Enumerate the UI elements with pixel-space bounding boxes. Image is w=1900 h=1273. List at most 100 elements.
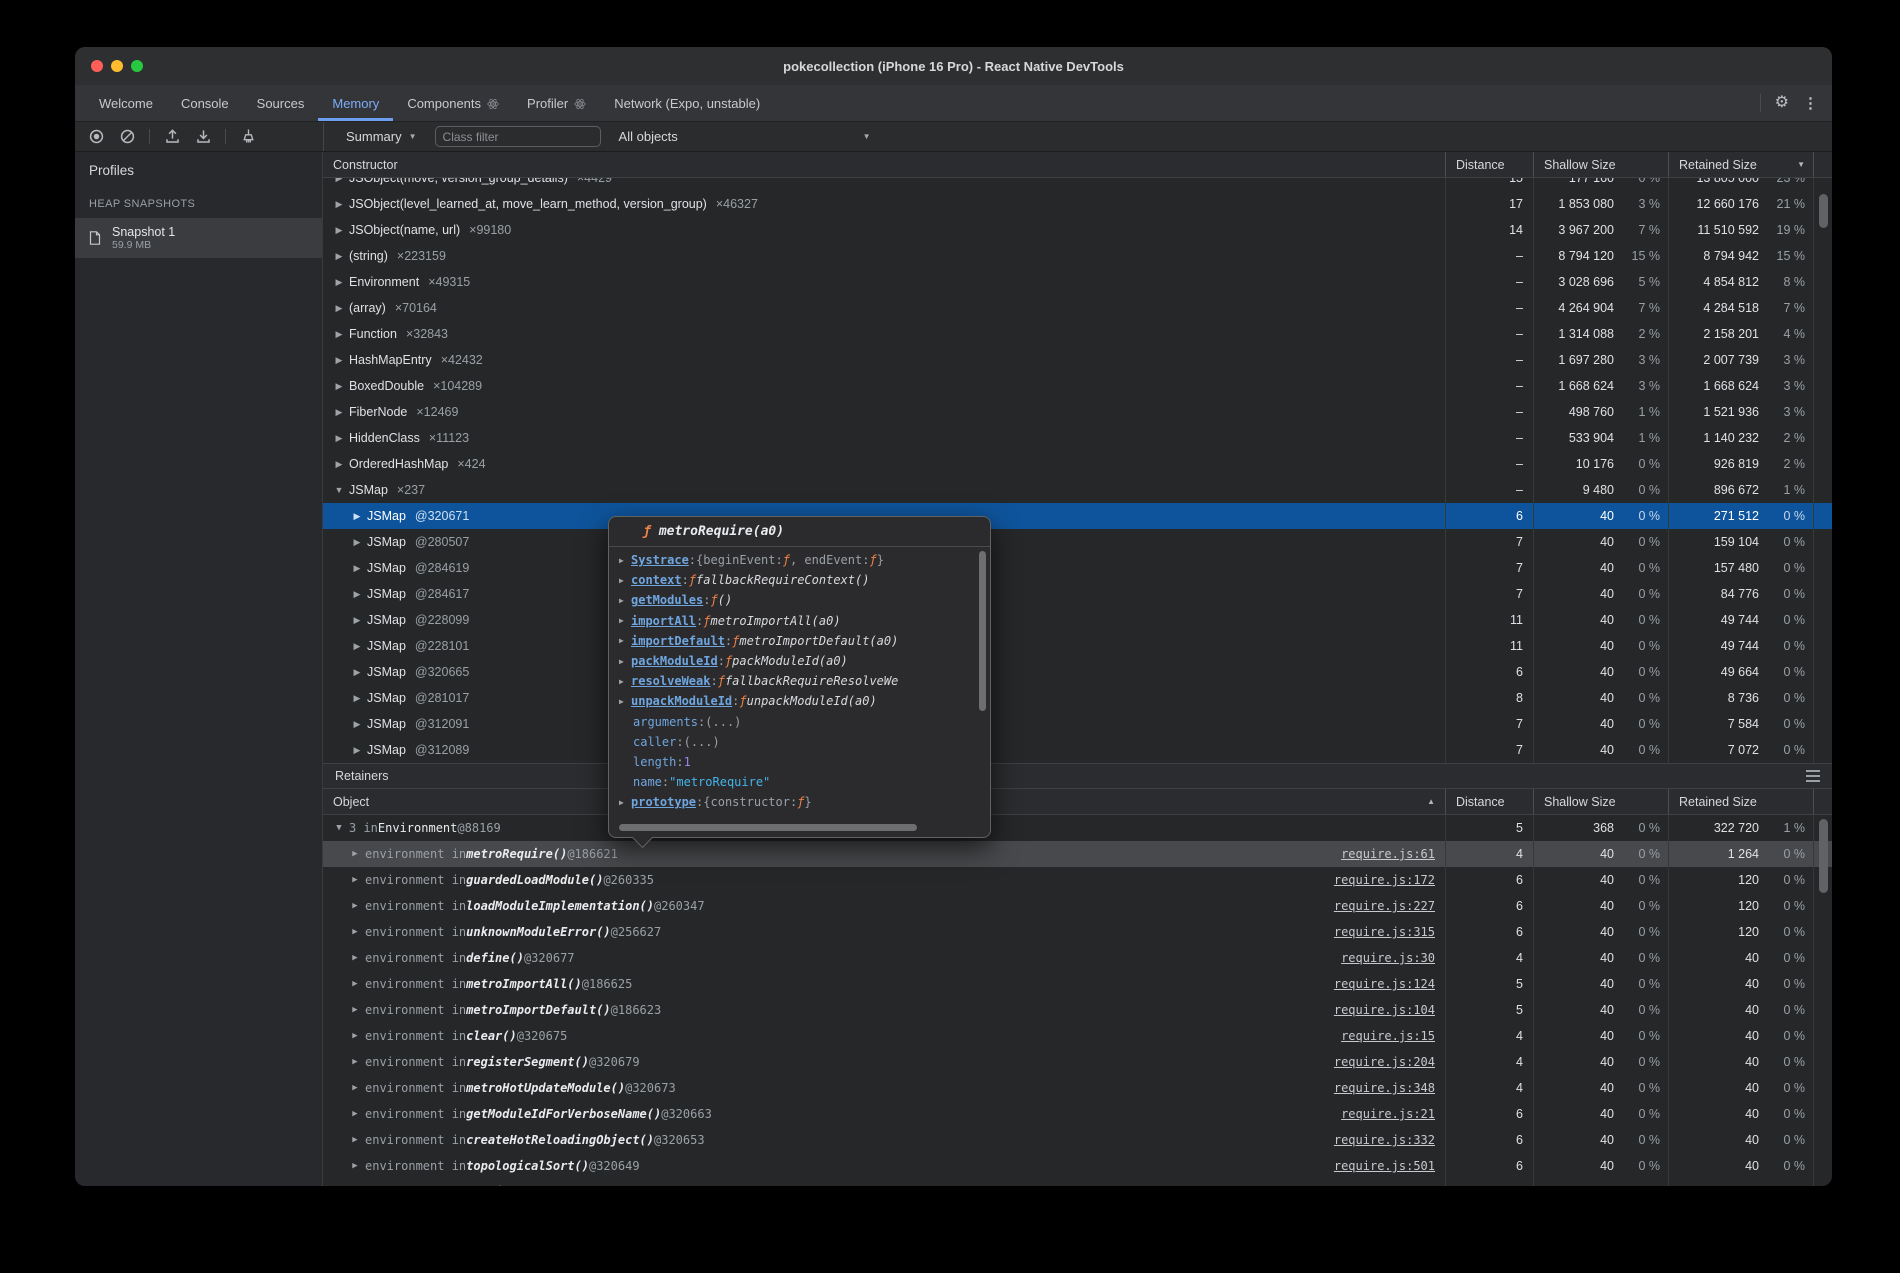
tab-profiler[interactable]: Profiler xyxy=(513,85,600,121)
expand-closed-icon[interactable]: ▶ xyxy=(351,615,363,626)
clear-profiles-icon[interactable] xyxy=(118,128,136,146)
expand-closed-icon[interactable]: ▶ xyxy=(351,745,363,756)
heap-row[interactable]: ▶JSMap@2846177400 %84 7760 % xyxy=(323,581,1832,607)
expand-closed-icon[interactable]: ▶ xyxy=(619,657,631,666)
source-link[interactable]: require.js:332 xyxy=(1334,1133,1445,1147)
minimize-window-button[interactable] xyxy=(111,60,123,72)
expand-closed-icon[interactable]: ▶ xyxy=(349,1005,361,1015)
heap-row[interactable]: ▶OrderedHashMap×424–10 1760 %926 8192 % xyxy=(323,451,1832,477)
heap-row[interactable]: ▶(string)×223159–8 794 12015 %8 794 9421… xyxy=(323,243,1832,269)
popup-property-row[interactable]: ▶Systrace: {beginEvent: ƒ, endEvent: ƒ} xyxy=(609,550,990,570)
expand-closed-icon[interactable]: ▶ xyxy=(619,616,631,625)
expand-closed-icon[interactable]: ▶ xyxy=(351,667,363,678)
popup-property-row[interactable]: ▶getModules: ƒ () xyxy=(609,590,990,610)
expand-closed-icon[interactable]: ▶ xyxy=(333,178,345,184)
column-header-distance[interactable]: Distance xyxy=(1445,789,1533,814)
expand-closed-icon[interactable]: ▶ xyxy=(349,1031,361,1041)
class-filter-input[interactable] xyxy=(435,126,601,147)
retainer-row[interactable]: ▶environment in metroImportDefault() @18… xyxy=(323,997,1832,1023)
popup-horizontal-scrollbar[interactable] xyxy=(619,824,917,831)
expand-closed-icon[interactable]: ▶ xyxy=(349,875,361,885)
expand-closed-icon[interactable]: ▶ xyxy=(351,719,363,730)
expand-closed-icon[interactable]: ▶ xyxy=(349,927,361,937)
column-header-distance[interactable]: Distance xyxy=(1445,152,1533,177)
retainer-row[interactable]: ▶environment in requireUpdatedModule() @… xyxy=(323,1179,1832,1186)
expand-closed-icon[interactable]: ▶ xyxy=(333,277,345,288)
heap-row[interactable]: ▼JSMap×237–9 4800 %896 6721 % xyxy=(323,477,1832,503)
heap-row[interactable]: ▶JSMap@3206716400 %271 5120 % xyxy=(323,503,1832,529)
retainer-row[interactable]: ▶environment in registerSegment() @32067… xyxy=(323,1049,1832,1075)
popup-property-row[interactable]: ▶importAll: ƒ metroImportAll(a0) xyxy=(609,611,990,631)
expand-closed-icon[interactable]: ▶ xyxy=(619,556,631,565)
source-link[interactable]: require.js:21 xyxy=(1341,1107,1445,1121)
source-link[interactable]: require.js:30 xyxy=(1341,951,1445,965)
zoom-window-button[interactable] xyxy=(131,60,143,72)
expand-closed-icon[interactable]: ▶ xyxy=(333,407,345,418)
heap-row[interactable]: ▶JSMap@22809911400 %49 7440 % xyxy=(323,607,1832,633)
source-link[interactable]: require.js:172 xyxy=(1334,873,1445,887)
tab-console[interactable]: Console xyxy=(167,85,243,121)
source-link[interactable]: require.js:227 xyxy=(1334,899,1445,913)
popup-property-row[interactable]: ▶unpackModuleId: ƒ unpackModuleId(a0) xyxy=(609,691,990,711)
source-link[interactable]: require.js:315 xyxy=(1334,925,1445,939)
record-heap-icon[interactable] xyxy=(87,128,105,146)
expand-open-icon[interactable]: ▼ xyxy=(333,823,345,833)
retainer-row[interactable]: ▶environment in unknownModuleError() @25… xyxy=(323,919,1832,945)
source-link[interactable]: require.js:104 xyxy=(1334,1003,1445,1017)
heap-row[interactable]: ▶Function×32843–1 314 0882 %2 158 2014 % xyxy=(323,321,1832,347)
retainer-row[interactable]: ▶environment in metroImportAll() @186625… xyxy=(323,971,1832,997)
expand-closed-icon[interactable]: ▶ xyxy=(351,589,363,600)
retainer-row[interactable]: ▼3 in Environment @8816953680 %322 7201 … xyxy=(323,815,1832,841)
heap-row[interactable]: ▶JSMap@3120897400 %7 0720 % xyxy=(323,737,1832,763)
source-link[interactable]: require.js:501 xyxy=(1334,1159,1445,1173)
column-header-retained-size[interactable]: Retained Size xyxy=(1668,789,1813,814)
heap-row[interactable]: ▶JSMap@2810178400 %8 7360 % xyxy=(323,685,1832,711)
heap-row[interactable]: ▶JSObject(level_learned_at, move_learn_m… xyxy=(323,191,1832,217)
retainer-row[interactable]: ▶environment in createHotReloadingObject… xyxy=(323,1127,1832,1153)
retainer-row[interactable]: ▶environment in clear() @320675require.j… xyxy=(323,1023,1832,1049)
retainer-row[interactable]: ▶environment in guardedLoadModule() @260… xyxy=(323,867,1832,893)
expand-closed-icon[interactable]: ▶ xyxy=(333,251,345,262)
retainer-row[interactable]: ▶environment in topologicalSort() @32064… xyxy=(323,1153,1832,1179)
source-link[interactable]: require.js:15 xyxy=(1341,1029,1445,1043)
popup-property-row[interactable]: name: "metroRequire" xyxy=(609,772,990,792)
retainer-row[interactable]: ▶environment in metroRequire() @186621re… xyxy=(323,841,1832,867)
expand-closed-icon[interactable]: ▶ xyxy=(351,641,363,652)
column-header-shallow-size[interactable]: Shallow Size xyxy=(1533,789,1668,814)
expand-closed-icon[interactable]: ▶ xyxy=(333,355,345,366)
expand-closed-icon[interactable]: ▶ xyxy=(333,303,345,314)
save-profile-icon[interactable] xyxy=(163,128,181,146)
expand-closed-icon[interactable]: ▶ xyxy=(349,1161,361,1171)
perspective-select[interactable]: Summary ▼ xyxy=(346,129,417,144)
popup-vertical-scrollbar[interactable] xyxy=(979,551,986,711)
popup-property-row[interactable]: caller: (...) xyxy=(609,732,990,752)
source-link[interactable]: require.js:124 xyxy=(1334,977,1445,991)
heap-row[interactable]: ▶JSMap@2805077400 %159 1040 % xyxy=(323,529,1832,555)
heap-row[interactable]: ▶BoxedDouble×104289–1 668 6243 %1 668 62… xyxy=(323,373,1832,399)
expand-closed-icon[interactable]: ▶ xyxy=(619,576,631,585)
heap-row[interactable]: ▶JSMap@3206656400 %49 6640 % xyxy=(323,659,1832,685)
source-link[interactable]: require.js:204 xyxy=(1334,1055,1445,1069)
popup-property-row[interactable]: length: 1 xyxy=(609,752,990,772)
expand-closed-icon[interactable]: ▶ xyxy=(351,563,363,574)
expand-closed-icon[interactable]: ▶ xyxy=(349,1057,361,1067)
expand-closed-icon[interactable]: ▶ xyxy=(349,849,361,859)
expand-open-icon[interactable]: ▼ xyxy=(333,485,345,495)
expand-closed-icon[interactable]: ▶ xyxy=(333,459,345,470)
expand-closed-icon[interactable]: ▶ xyxy=(619,636,631,645)
expand-closed-icon[interactable]: ▶ xyxy=(351,693,363,704)
expand-closed-icon[interactable]: ▶ xyxy=(333,199,345,210)
expand-closed-icon[interactable]: ▶ xyxy=(619,697,631,706)
expand-closed-icon[interactable]: ▶ xyxy=(351,537,363,548)
heap-row[interactable]: ▶Environment×49315–3 028 6965 %4 854 812… xyxy=(323,269,1832,295)
heap-row[interactable]: ▶FiberNode×12469–498 7601 %1 521 9363 % xyxy=(323,399,1832,425)
vertical-scrollbar[interactable] xyxy=(1819,194,1828,228)
collect-garbage-icon[interactable] xyxy=(239,128,257,146)
tab-sources[interactable]: Sources xyxy=(243,85,319,121)
heap-row[interactable]: ▶JSObject(move, version_group_details)×4… xyxy=(323,178,1832,191)
column-header-retained-size[interactable]: Retained Size▼ xyxy=(1668,152,1813,177)
expand-closed-icon[interactable]: ▶ xyxy=(619,798,631,807)
expand-closed-icon[interactable]: ▶ xyxy=(333,381,345,392)
heap-row[interactable]: ▶JSMap@3120917400 %7 5840 % xyxy=(323,711,1832,737)
expand-closed-icon[interactable]: ▶ xyxy=(349,901,361,911)
